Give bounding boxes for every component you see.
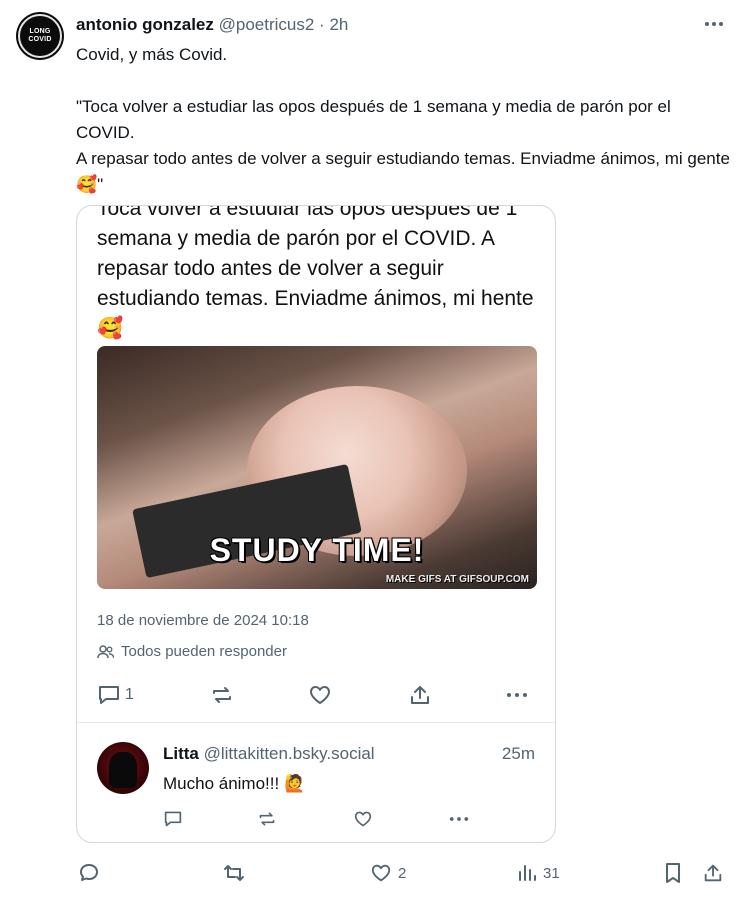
more-options-icon[interactable] xyxy=(702,12,726,36)
quoted-post-text: Toca volver a estudiar las opos después … xyxy=(97,205,534,340)
share-icon xyxy=(408,684,432,706)
gif-caption: STUDY TIME! xyxy=(209,532,425,568)
quoted-post-actions: 1 xyxy=(77,680,555,712)
post-text-line3: A repasar todo antes de volver a seguir … xyxy=(76,149,730,194)
reply-permission: Todos pueden responder xyxy=(97,643,287,660)
reply-bubble-icon xyxy=(78,862,100,884)
author-handle[interactable]: @poetricus2 xyxy=(219,15,315,34)
reply-avatar[interactable] xyxy=(97,742,149,794)
share-icon xyxy=(702,862,724,884)
reply-header: Litta @littakitten.bsky.social xyxy=(163,744,375,764)
post-text: Covid, y más Covid. "Toca volver a estud… xyxy=(76,42,732,198)
avatar-figure xyxy=(109,752,137,788)
repost-icon xyxy=(257,810,277,828)
avatar-text-line2: COVID xyxy=(28,36,52,43)
reply-reply-button[interactable] xyxy=(163,806,183,832)
reply-actions xyxy=(77,806,555,832)
reply-bubble-icon xyxy=(163,810,183,828)
post-text-line2: "Toca volver a estudiar las opos después… xyxy=(76,97,671,142)
people-icon xyxy=(97,644,115,660)
reply-bubble-icon xyxy=(97,684,121,706)
avatar-text-line1: LONG xyxy=(29,28,51,35)
post-view-count: 31 xyxy=(543,864,560,882)
bookmark-icon xyxy=(664,862,682,884)
post-text-line1: Covid, y más Covid. xyxy=(76,45,228,64)
study-time-gif[interactable]: STUDY TIME! MAKE GIFS AT GIFSOUP.COM xyxy=(97,346,537,589)
author-avatar[interactable]: LONG COVID xyxy=(16,12,64,60)
reply-author-name[interactable]: Litta xyxy=(163,744,199,763)
header-separator: · xyxy=(314,15,330,34)
reply-repost-button[interactable] xyxy=(257,806,277,832)
more-horizontal-icon xyxy=(449,816,469,822)
more-horizontal-icon xyxy=(506,692,528,698)
heart-icon xyxy=(370,862,392,884)
post-like-count: 2 xyxy=(398,864,407,882)
views-bars-icon xyxy=(517,863,537,883)
divider xyxy=(77,722,555,723)
post-bookmark-button[interactable] xyxy=(664,858,682,888)
post-header: antonio gonzalez @poetricus2 · 2h xyxy=(76,15,348,35)
quoted-post-card[interactable]: Toca volver a estudiar las opos después … xyxy=(76,205,556,843)
post-actions: 2 31 xyxy=(0,858,742,888)
post-share-button[interactable] xyxy=(702,858,724,888)
quote-share-button[interactable] xyxy=(408,680,432,710)
long-covid-logo: LONG COVID xyxy=(18,14,62,58)
reply-more-button[interactable] xyxy=(449,806,469,832)
post-reply-button[interactable] xyxy=(78,858,100,888)
quote-reply-button[interactable]: 1 xyxy=(97,680,134,710)
reply-text: Mucho ánimo!!! 🙋 xyxy=(163,774,306,793)
quote-repost-button[interactable] xyxy=(210,680,234,710)
post-repost-button[interactable] xyxy=(222,858,246,888)
quoted-post-date[interactable]: 18 de noviembre de 2024 10:18 xyxy=(97,612,309,629)
post-time[interactable]: 2h xyxy=(329,15,348,34)
reply-permission-label: Todos pueden responder xyxy=(121,643,287,660)
post-views[interactable]: 31 xyxy=(517,858,560,888)
quote-more-button[interactable] xyxy=(506,680,528,710)
gif-watermark: MAKE GIFS AT GIFSOUP.COM xyxy=(385,574,529,585)
reply-like-button[interactable] xyxy=(353,806,373,832)
repost-icon xyxy=(222,862,246,884)
repost-icon xyxy=(210,684,234,706)
reply-author-handle[interactable]: @littakitten.bsky.social xyxy=(204,744,375,763)
quote-like-button[interactable] xyxy=(308,680,332,710)
quote-reply-count: 1 xyxy=(125,686,134,703)
reply-time[interactable]: 25m xyxy=(502,744,535,764)
author-name[interactable]: antonio gonzalez xyxy=(76,15,214,34)
heart-icon xyxy=(353,810,373,828)
post-like-button[interactable]: 2 xyxy=(370,858,406,888)
heart-icon xyxy=(308,684,332,706)
